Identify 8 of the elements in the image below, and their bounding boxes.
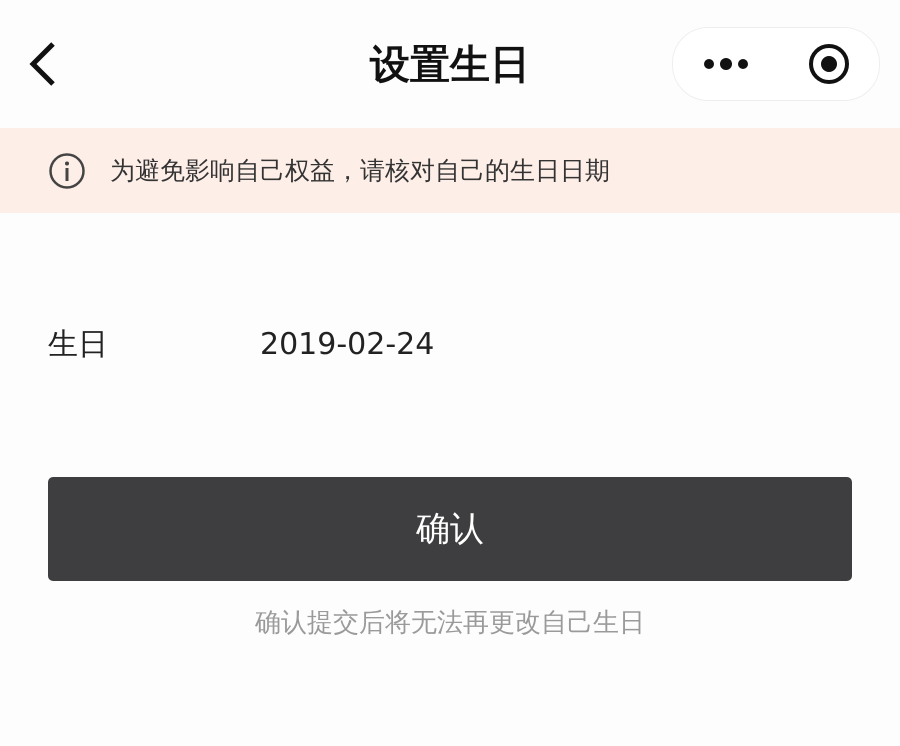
confirm-button[interactable]: 确认: [48, 477, 852, 581]
info-icon: [48, 152, 86, 190]
birthday-value[interactable]: 2019-02-24: [260, 326, 434, 362]
notice-text: 为避免影响自己权益，请核对自己的生日日期: [110, 155, 610, 187]
hint-text: 确认提交后将无法再更改自己生日: [254, 607, 646, 640]
field-label: 生日: [48, 326, 109, 364]
more-icon[interactable]: [702, 58, 748, 70]
page-title: 设置生日: [370, 40, 530, 90]
